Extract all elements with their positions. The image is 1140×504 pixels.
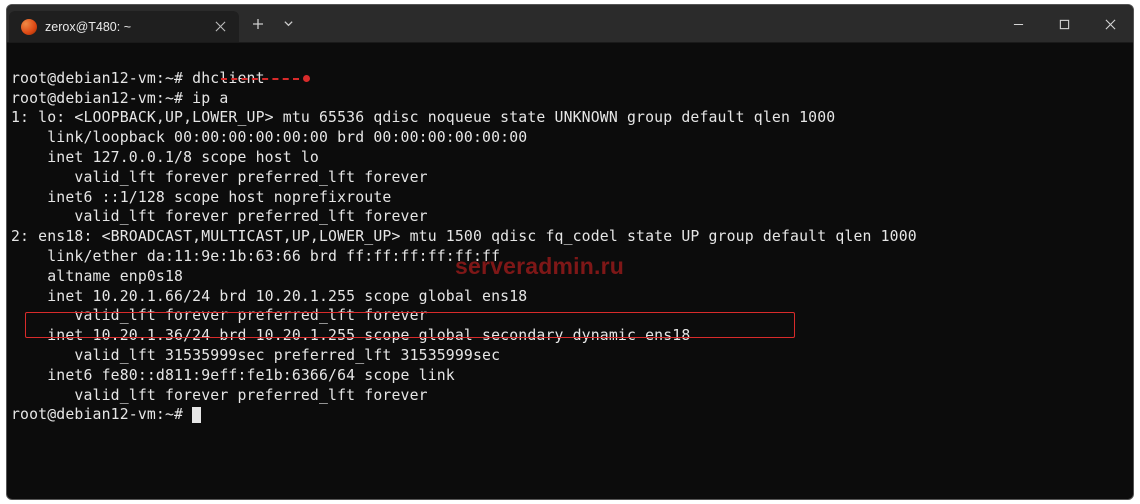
cursor bbox=[192, 407, 201, 423]
ubuntu-icon bbox=[21, 19, 37, 35]
term-line: root@debian12-vm:~# ip a bbox=[11, 90, 228, 107]
titlebar-left: zerox@T480: ~ bbox=[7, 5, 303, 42]
term-line: inet 10.20.1.36/24 brd 10.20.1.255 scope… bbox=[11, 327, 690, 344]
tabbar-actions bbox=[239, 5, 303, 42]
tab-title: zerox@T480: ~ bbox=[45, 20, 131, 34]
term-line: 2: ens18: <BROADCAST,MULTICAST,UP,LOWER_… bbox=[11, 228, 917, 245]
new-tab-button[interactable] bbox=[243, 8, 273, 40]
terminal-body[interactable]: root@debian12-vm:~# dhclient root@debian… bbox=[7, 43, 1133, 445]
terminal-window: zerox@T480: ~ bbox=[6, 4, 1134, 500]
minimize-button[interactable] bbox=[995, 5, 1041, 43]
term-line: inet 10.20.1.66/24 brd 10.20.1.255 scope… bbox=[11, 288, 527, 305]
terminal-tab[interactable]: zerox@T480: ~ bbox=[9, 11, 239, 42]
term-line: inet 127.0.0.1/8 scope host lo bbox=[11, 149, 319, 166]
term-prompt: root@debian12-vm:~# bbox=[11, 406, 183, 423]
close-button[interactable] bbox=[1087, 5, 1133, 43]
term-line: valid_lft forever preferred_lft forever bbox=[11, 307, 428, 324]
term-line: 1: lo: <LOOPBACK,UP,LOWER_UP> mtu 65536 … bbox=[11, 109, 835, 126]
term-line: valid_lft forever preferred_lft forever bbox=[11, 208, 428, 225]
close-icon[interactable] bbox=[211, 19, 229, 35]
term-line: inet6 fe80::d811:9eff:fe1b:6366/64 scope… bbox=[11, 367, 455, 384]
term-line: valid_lft 31535999sec preferred_lft 3153… bbox=[11, 347, 500, 364]
term-line: valid_lft forever preferred_lft forever bbox=[11, 169, 428, 186]
annotation-underline bbox=[221, 78, 299, 80]
term-line: valid_lft forever preferred_lft forever bbox=[11, 387, 428, 404]
window-controls bbox=[995, 5, 1133, 42]
term-line: inet6 ::1/128 scope host noprefixroute bbox=[11, 189, 391, 206]
term-line: link/ether da:11:9e:1b:63:66 brd ff:ff:f… bbox=[11, 248, 500, 265]
maximize-button[interactable] bbox=[1041, 5, 1087, 43]
titlebar: zerox@T480: ~ bbox=[7, 5, 1133, 43]
term-line: link/loopback 00:00:00:00:00:00 brd 00:0… bbox=[11, 129, 527, 146]
tab-dropdown-button[interactable] bbox=[273, 8, 303, 40]
annotation-dot bbox=[303, 75, 310, 82]
term-line: altname enp0s18 bbox=[11, 268, 183, 285]
